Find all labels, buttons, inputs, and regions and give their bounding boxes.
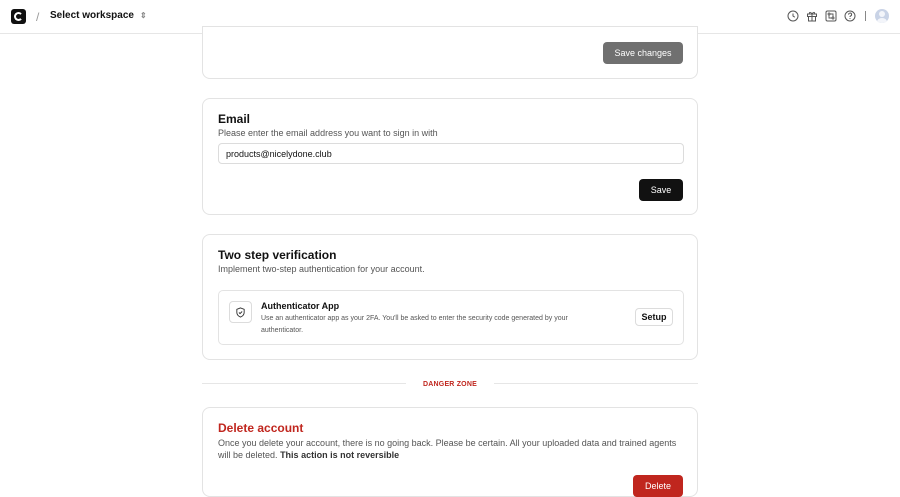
two-step-subtitle: Implement two-step authentication for yo… — [218, 264, 425, 274]
two-step-title: Two step verification — [218, 248, 337, 262]
gift-icon[interactable] — [806, 10, 818, 22]
danger-zone-label: DANGER ZONE — [415, 380, 485, 388]
divider — [865, 11, 866, 21]
workspace-selector[interactable]: Select workspace ⇕ — [50, 10, 147, 21]
divider — [494, 383, 698, 384]
delete-account-button[interactable]: Delete — [633, 475, 683, 497]
two-step-card: Two step verification Implement two-step… — [202, 234, 698, 360]
breadcrumb-separator: / — [36, 10, 40, 24]
delete-warning-text: This action is not reversible — [280, 450, 400, 460]
chevron-updown-icon: ⇕ — [139, 10, 147, 20]
divider — [202, 383, 406, 384]
email-card: Email Please enter the email address you… — [202, 98, 698, 215]
shield-check-icon — [229, 301, 252, 323]
email-subtitle: Please enter the email address you want … — [218, 128, 438, 138]
authenticator-app-description: Use an authenticator app as your 2FA. Yo… — [261, 315, 568, 334]
danger-zone-divider: DANGER ZONE — [202, 378, 698, 390]
email-field[interactable]: products@nicelydone.club — [218, 143, 684, 164]
setup-button[interactable]: Setup — [635, 308, 673, 326]
delete-account-title: Delete account — [218, 421, 304, 435]
email-title: Email — [218, 112, 251, 126]
git-compare-icon[interactable] — [825, 10, 837, 22]
workspace-selector-label: Select workspace — [50, 10, 134, 21]
history-icon[interactable] — [787, 10, 799, 22]
profile-card: Save changes — [202, 26, 698, 79]
save-email-button[interactable]: Save — [639, 179, 683, 201]
delete-account-description: Once you delete your account, there is n… — [218, 437, 680, 461]
authenticator-app-title: Authenticator App — [261, 301, 340, 311]
help-icon[interactable] — [844, 10, 856, 22]
save-changes-button[interactable]: Save changes — [603, 42, 683, 64]
app-logo-icon[interactable] — [11, 9, 26, 24]
authenticator-app-option: Authenticator App Use an authenticator a… — [218, 290, 684, 345]
user-avatar[interactable] — [875, 9, 889, 23]
